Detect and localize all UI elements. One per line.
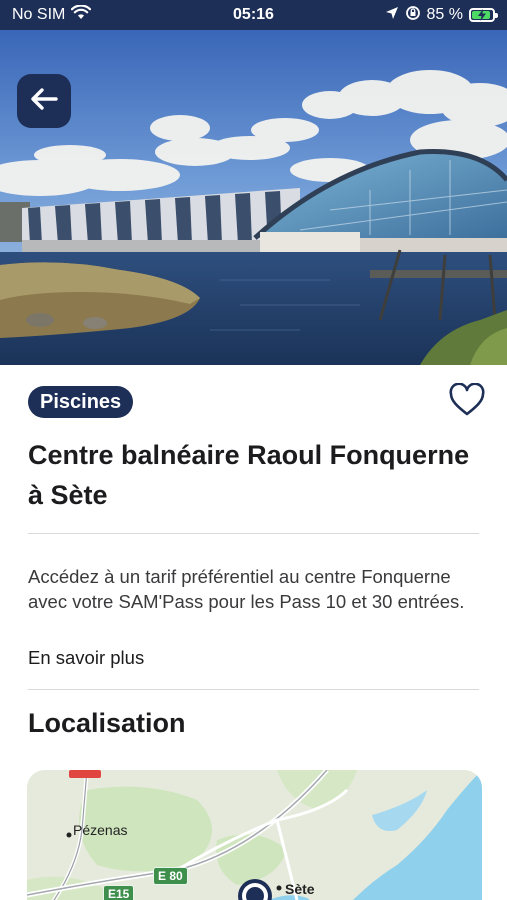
battery-icon: [469, 8, 498, 22]
hero-photo: [0, 30, 507, 365]
map-label-town: Pézenas: [73, 822, 128, 838]
category-row: Piscines: [28, 381, 485, 419]
hero-photo-illustration: [0, 30, 507, 365]
location-arrow-icon: [385, 6, 399, 25]
status-right: 85 %: [385, 5, 498, 26]
place-description: Accédez à un tarif préférentiel au centr…: [28, 566, 465, 612]
place-details: Piscines Centre balnéaire Raoul Fonquern…: [0, 365, 507, 739]
map-road-sign: E15: [103, 885, 135, 900]
back-button[interactable]: [17, 74, 71, 128]
location-map[interactable]: Pézenas Sète E 80 E15: [27, 770, 482, 900]
status-left: No SIM: [12, 4, 92, 25]
divider: [28, 533, 479, 534]
favorite-button[interactable]: [447, 381, 487, 422]
map-road-sign: E 80: [153, 867, 188, 885]
learn-more-link[interactable]: En savoir plus: [28, 647, 144, 669]
battery-percent: 85 %: [426, 6, 463, 23]
orientation-lock-icon: [405, 5, 421, 26]
heart-icon: [448, 381, 486, 422]
arrow-left-icon: [29, 87, 59, 116]
carrier-label: No SIM: [12, 6, 66, 23]
place-title: Centre balnéaire Raoul Fonquerne à Sète: [28, 440, 470, 510]
wifi-icon: [71, 4, 92, 25]
location-section-title: Localisation: [28, 708, 186, 738]
divider: [28, 689, 479, 690]
category-badge[interactable]: Piscines: [28, 386, 134, 418]
status-bar: No SIM 05:16 85 %: [0, 0, 507, 30]
map-label-town: Sète: [285, 881, 315, 897]
